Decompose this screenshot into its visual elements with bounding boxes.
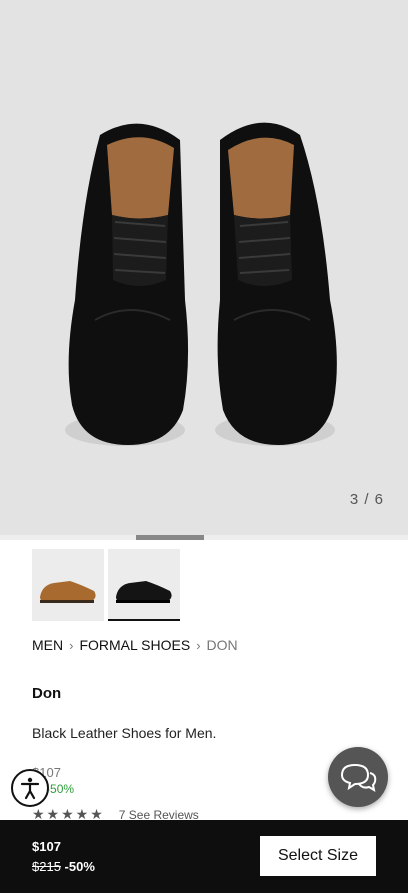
thumbnail-brown-shoe[interactable] [32, 549, 104, 621]
color-thumbnails [32, 549, 180, 621]
chevron-right-icon: › [196, 637, 201, 653]
bottom-price-old: $215 [32, 859, 61, 874]
gallery-scrollbar[interactable] [0, 535, 408, 540]
brown-shoe-icon [40, 581, 96, 603]
black-shoes-image [65, 122, 337, 446]
breadcrumb: MEN › FORMAL SHOES › DON [32, 637, 238, 653]
chat-bubbles-icon [340, 763, 377, 793]
thumbnail-black-shoe[interactable] [108, 549, 180, 621]
bottom-purchase-bar: $107 $215 -50% Select Size [0, 820, 408, 893]
accessibility-button[interactable] [11, 769, 49, 807]
gallery-counter: 3 / 6 [349, 491, 384, 508]
chat-button[interactable] [328, 747, 388, 807]
black-shoe-icon [116, 581, 172, 603]
breadcrumb-current: DON [206, 637, 238, 653]
product-title: Don [32, 685, 62, 702]
bottom-discount: -50% [64, 859, 95, 874]
product-description: Black Leather Shoes for Men. [32, 725, 217, 741]
breadcrumb-formal-shoes[interactable]: FORMAL SHOES [79, 637, 190, 653]
discount-badge: -50% [46, 782, 75, 796]
select-size-button[interactable]: Select Size [260, 836, 376, 876]
gallery-scrollbar-thumb[interactable] [136, 535, 204, 540]
bottom-price-line: $215 -50% [32, 859, 95, 874]
chevron-right-icon: › [69, 637, 74, 653]
product-hero-image[interactable]: 3 / 6 [0, 0, 408, 535]
breadcrumb-men[interactable]: MEN [32, 637, 63, 653]
accessibility-icon [20, 777, 40, 800]
bottom-price-current: $107 [32, 839, 61, 854]
